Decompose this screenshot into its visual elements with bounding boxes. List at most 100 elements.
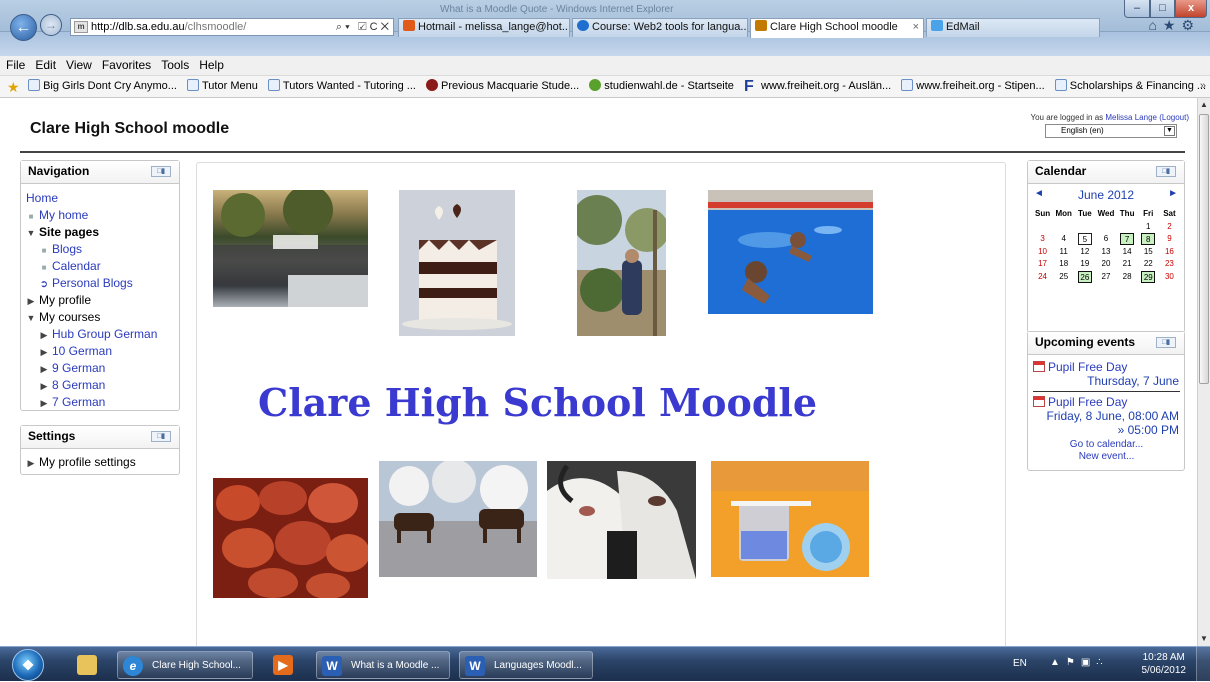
login-info: You are logged in as Melissa Lange (Logo… [1030,113,1189,122]
nav-my-home[interactable]: My home [39,208,88,222]
tab-label: Course: Web2 tools for langua... [592,21,748,33]
close-window-button[interactable]: x [1175,0,1207,18]
minimize-button[interactable]: – [1124,0,1150,18]
explorer-taskbar-button[interactable] [68,651,106,679]
maximize-button[interactable]: □ [1150,0,1175,18]
tab-clare-high[interactable]: Clare High School moodle × [750,18,924,38]
tray-icons[interactable]: ▲⚑▣∴ [1050,657,1109,668]
favorite-link[interactable]: Tutors Wanted - Tutoring ... [267,76,416,96]
clock-date: 5/06/2012 [1141,665,1187,676]
forward-button[interactable]: → [40,14,62,36]
nav-my-profile[interactable]: ▶ My profile [26,292,179,309]
logout-link[interactable]: (Logout) [1159,113,1189,122]
taskbar-word-window[interactable]: W What is a Moodle ... [316,651,450,679]
system-tray: EN ▲⚑▣∴ 10:28 AM 5/06/2012 [1000,647,1210,682]
taskbar-label: Clare High School... [152,660,241,671]
tab-hotmail[interactable]: Hotmail - melissa_lange@hot... [398,18,570,37]
user-name-link[interactable]: Melissa Lange [1105,113,1157,122]
nav-course[interactable]: 9 German [52,361,105,375]
event-day-5[interactable]: 5 [1077,233,1092,245]
favorite-link[interactable]: Tutor Menu [187,76,258,96]
favorite-link[interactable]: Scholarships & Financing ... [1054,76,1206,96]
nav-personal-blogs[interactable]: Personal Blogs [52,276,133,290]
tab-close-icon[interactable]: × [913,19,919,36]
calendar-day: 28 [1122,271,1132,281]
scrollbar-thumb[interactable] [1199,114,1209,384]
taskbar-word-window[interactable]: W Languages Moodl... [459,651,593,679]
event-day-29[interactable]: 29 [1141,270,1156,283]
nav-blogs[interactable]: Blogs [52,242,82,256]
calendar-day-event[interactable]: 7 [1117,233,1138,246]
dock-block-icon[interactable]: □▮ [1156,166,1176,177]
favorite-link[interactable]: Big Girls Dont Cry Anymo... [28,76,177,96]
favorite-link[interactable]: www.freiheit.org - Stipen... [901,76,1045,96]
tab-course[interactable]: Course: Web2 tools for langua... [572,18,748,37]
new-event-link[interactable]: New event... [1033,451,1180,463]
address-tools[interactable]: ⌕ ▾ ☑ C ✕ [336,19,389,35]
calendar-day-event[interactable]: 29 [1138,270,1159,284]
menu-favorites[interactable]: Favorites [102,56,151,74]
next-month-icon[interactable]: ► [1168,188,1178,199]
event-link[interactable]: Pupil Free Day [1048,360,1127,374]
favorites-more-icon[interactable]: » [1200,76,1206,96]
nav-my-courses[interactable]: ▼ My courses [26,309,179,326]
favorite-link[interactable]: Fwww.freiheit.org - Auslän... [744,76,891,96]
address-bar[interactable]: m http://dlb.sa.edu.au/clhsmoodle/ ⌕ ▾ ☑ … [70,18,394,36]
event-link[interactable]: Pupil Free Day [1048,395,1127,409]
site-title: Clare High School moodle [30,120,230,137]
nav-course[interactable]: 8 German [52,378,105,392]
nav-calendar[interactable]: Calendar [52,259,101,273]
expanded-triangle-icon: ▼ [26,313,36,323]
hotmail-icon [403,20,415,31]
moodle-favicon-icon: m [74,21,88,33]
vertical-scrollbar[interactable]: ▲ ▼ [1197,98,1210,646]
favorites-bar: ★ Big Girls Dont Cry Anymo... Tutor Menu… [0,76,1210,98]
nav-course[interactable]: Hub Group German [52,327,157,341]
favorite-link[interactable]: studienwahl.de - Startseite [589,76,734,96]
settings-tree[interactable]: ▶ My profile settings [21,449,179,469]
calendar-month-link[interactable]: June 2012 [1028,188,1184,202]
menu-tools[interactable]: Tools [161,56,189,74]
back-button[interactable]: ← [10,14,37,41]
calendar-day-event[interactable]: 26 [1074,270,1095,284]
menu-view[interactable]: View [66,56,92,74]
language-select[interactable]: English (en) ▼ [1045,124,1177,138]
ie-page-icon [1054,79,1067,91]
nav-course[interactable]: 10 German [52,344,112,358]
dock-block-icon[interactable]: □▮ [151,431,171,442]
taskbar-ie-window[interactable]: e Clare High School... [117,651,253,679]
show-desktop-button[interactable] [1196,647,1210,682]
menu-edit[interactable]: Edit [35,56,56,74]
nav-site-pages[interactable]: ▼ Site pages [26,224,179,241]
clock[interactable]: 10:28 AM 5/06/2012 [1142,651,1187,677]
tab-edmail[interactable]: EdMail [926,18,1100,37]
navigation-header: Navigation □▮ [21,161,179,184]
scroll-down-icon[interactable]: ▼ [1198,632,1210,646]
home-favorites-tools-icons[interactable]: ⌂★⚙ [1148,17,1200,34]
media-player-taskbar-button[interactable]: ▶ [263,651,303,679]
event-day-7[interactable]: 7 [1120,233,1135,245]
calendar-day-event[interactable]: 5 [1074,233,1095,246]
calendar-grid: Sun Mon Tue Wed Thu Fri Sat 12 3456789 10 11 12 1… [1032,208,1180,283]
event-day-26[interactable]: 26 [1077,270,1092,283]
calendar-day: 27 [1101,271,1111,281]
weekday-label: Fri [1143,209,1154,218]
navigation-block: Navigation □▮ Home ■ My home ▼ Site pages ■… [20,160,180,411]
calendar-day-event[interactable]: 8 [1138,233,1159,246]
dock-block-icon[interactable]: □▮ [151,166,171,177]
menu-help[interactable]: Help [199,56,224,74]
go-to-calendar-link[interactable]: Go to calendar... [1033,439,1180,451]
nav-home[interactable]: Home [26,191,58,205]
favorites-star-icon[interactable]: ★ [7,80,21,94]
dock-block-icon[interactable]: □▮ [1156,337,1176,348]
freiheit-icon: F [744,78,754,95]
favorite-link[interactable]: Previous Macquarie Stude... [426,76,579,96]
scroll-up-icon[interactable]: ▲ [1198,98,1210,112]
calendar-day [1074,221,1095,234]
start-button[interactable]: ❖ [12,649,44,681]
input-language[interactable]: EN [1013,658,1027,669]
goats-image [547,461,696,579]
event-day-8[interactable]: 8 [1141,233,1156,245]
nav-course[interactable]: 7 German [52,395,105,409]
menu-file[interactable]: File [6,56,25,74]
